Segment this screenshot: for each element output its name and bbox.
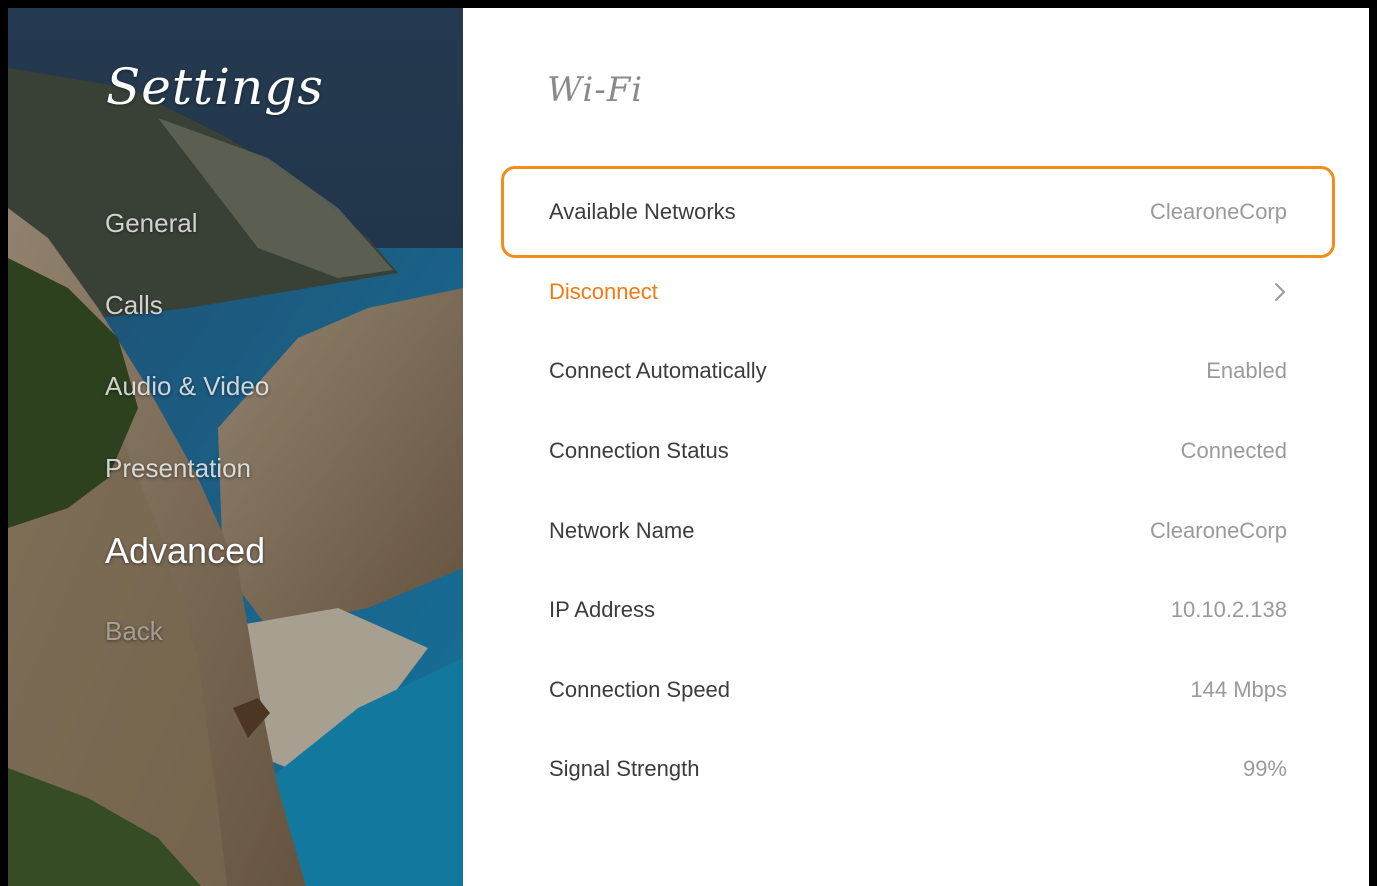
row-label: Signal Strength: [549, 756, 700, 782]
row-disconnect[interactable]: Disconnect: [501, 252, 1335, 332]
row-label: Connect Automatically: [549, 358, 767, 384]
sidebar-item-presentation[interactable]: Presentation: [105, 439, 269, 521]
row-connection-speed[interactable]: Connection Speed 144 Mbps: [501, 650, 1335, 730]
main-panel: Wi-Fi Available Networks ClearoneCorp Di…: [463, 8, 1369, 886]
row-available-networks[interactable]: Available Networks ClearoneCorp: [501, 166, 1335, 258]
sidebar-item-advanced[interactable]: Advanced: [105, 521, 269, 603]
sidebar-title: Settings: [106, 58, 324, 116]
row-ip-address[interactable]: IP Address 10.10.2.138: [501, 570, 1335, 650]
row-value: ClearoneCorp: [1150, 517, 1287, 543]
sidebar-item-audio-video[interactable]: Audio & Video: [105, 357, 269, 439]
row-label: Connection Status: [549, 437, 729, 463]
row-signal-strength[interactable]: Signal Strength 99%: [501, 730, 1335, 810]
row-network-name[interactable]: Network Name ClearoneCorp: [501, 491, 1335, 571]
row-value: Connected: [1180, 437, 1287, 463]
chevron-right-icon: [1275, 282, 1285, 301]
sidebar-item-general[interactable]: General: [105, 194, 269, 276]
settings-window: Settings General Calls Audio & Video Pre…: [0, 0, 1377, 886]
row-label: IP Address: [549, 597, 655, 623]
page-title: Wi-Fi: [547, 70, 644, 110]
row-label: Network Name: [549, 517, 695, 543]
row-value: Enabled: [1206, 358, 1287, 384]
row-connect-automatically[interactable]: Connect Automatically Enabled: [501, 332, 1335, 412]
sidebar: Settings General Calls Audio & Video Pre…: [8, 8, 463, 886]
row-value: 10.10.2.138: [1170, 597, 1287, 623]
sidebar-nav: General Calls Audio & Video Presentation…: [105, 194, 269, 684]
row-label: Disconnect: [549, 278, 658, 304]
settings-list: Available Networks ClearoneCorp Disconne…: [501, 166, 1335, 809]
row-value: ClearoneCorp: [1150, 199, 1287, 224]
row-label: Connection Speed: [549, 676, 731, 702]
sidebar-item-calls[interactable]: Calls: [105, 276, 269, 358]
row-label: Available Networks: [549, 199, 736, 224]
row-value: 99%: [1242, 756, 1287, 782]
row-connection-status[interactable]: Connection Status Connected: [501, 411, 1335, 491]
sidebar-item-back[interactable]: Back: [105, 602, 269, 684]
row-value: 144 Mbps: [1190, 676, 1287, 702]
